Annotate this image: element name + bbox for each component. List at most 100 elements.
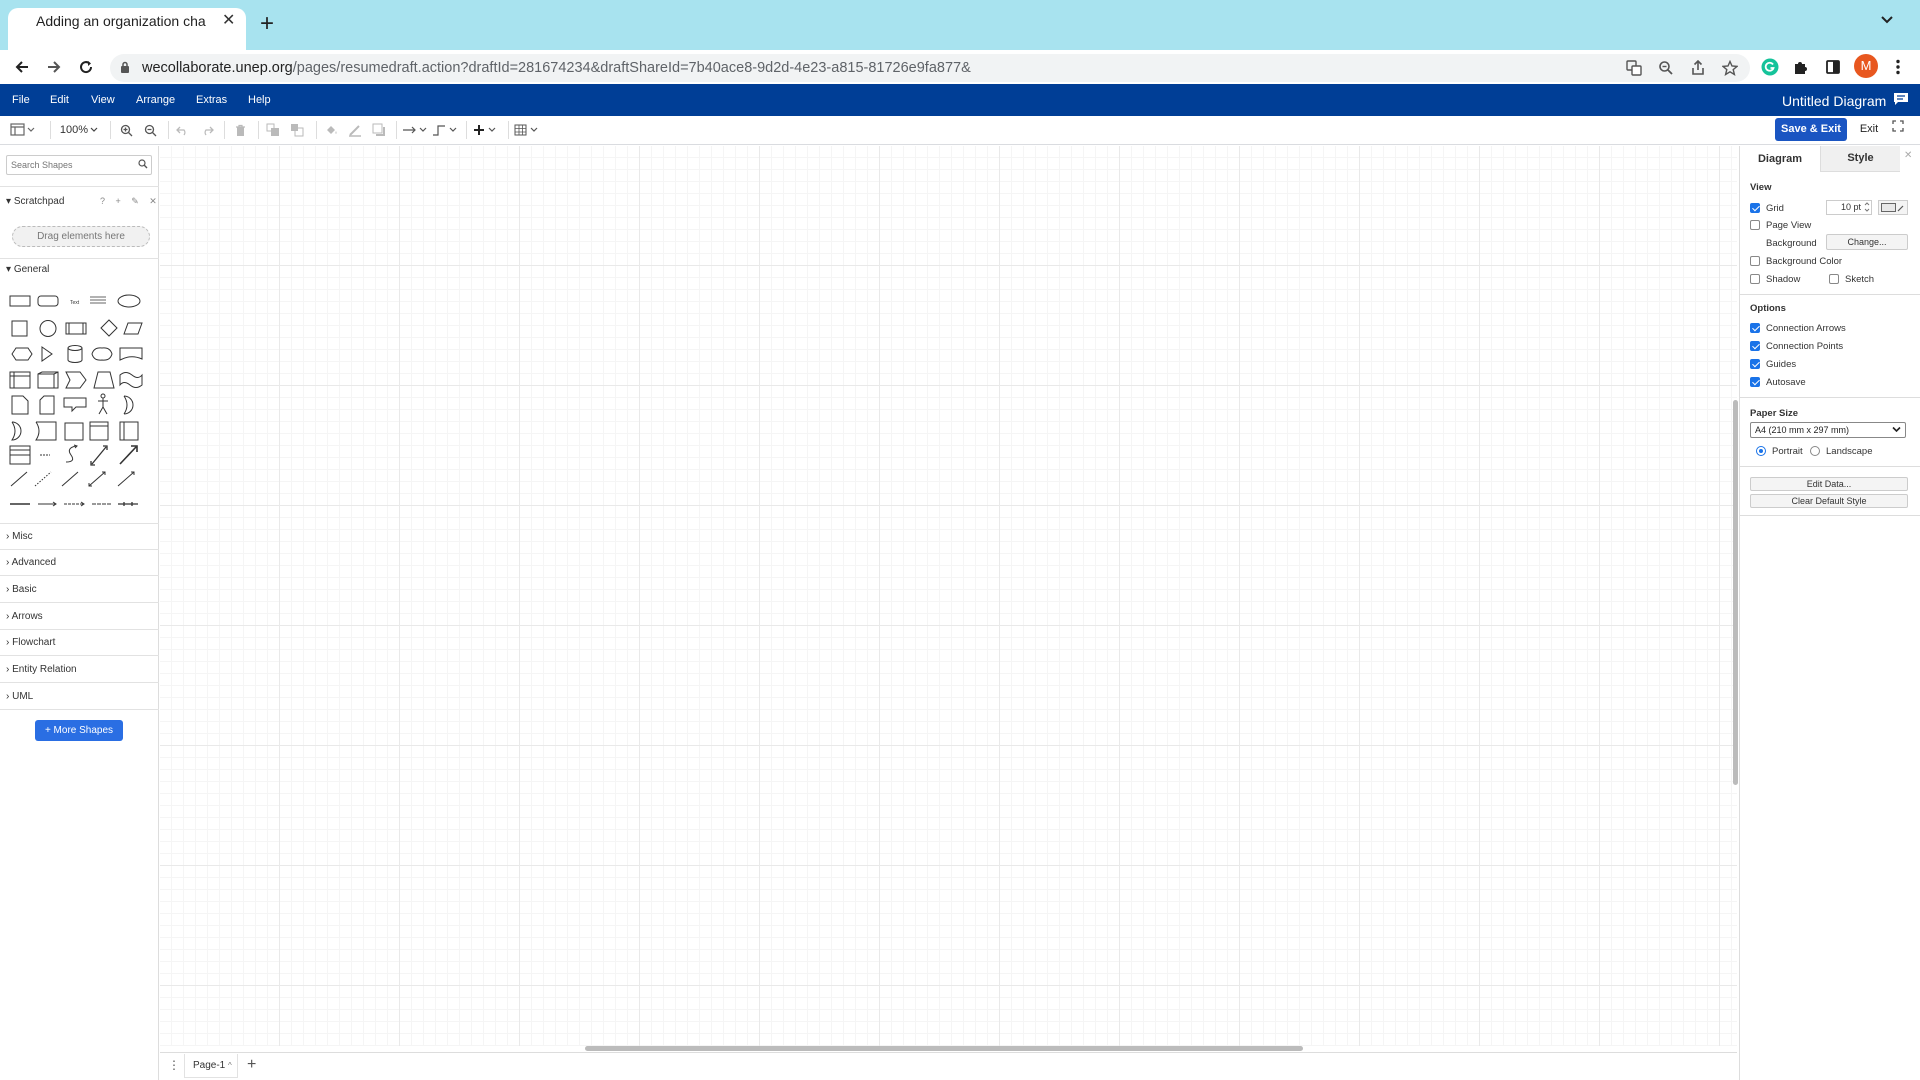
reload-icon[interactable] bbox=[72, 53, 100, 81]
extensions-puzzle-icon[interactable] bbox=[1786, 52, 1816, 82]
tab-search-chevron-icon[interactable] bbox=[1880, 15, 1894, 25]
pages-menu-icon[interactable]: ⋮ bbox=[168, 1058, 180, 1072]
to-front-icon[interactable] bbox=[264, 119, 282, 141]
table-icon[interactable] bbox=[514, 119, 540, 141]
fullscreen-icon[interactable] bbox=[1892, 120, 1904, 132]
redo-icon[interactable] bbox=[199, 119, 215, 141]
diagram-canvas[interactable] bbox=[160, 146, 1737, 1046]
share-icon[interactable] bbox=[1684, 54, 1712, 82]
search-icon[interactable] bbox=[138, 159, 148, 169]
line-color-icon[interactable] bbox=[346, 119, 364, 141]
side-panel-icon[interactable] bbox=[1818, 52, 1848, 82]
shadow-icon[interactable] bbox=[370, 119, 388, 141]
sidebar-divider bbox=[0, 186, 159, 187]
more-shapes-button[interactable]: + More Shapes bbox=[35, 720, 123, 741]
category-misc[interactable]: › Misc bbox=[6, 531, 33, 542]
search-box[interactable] bbox=[6, 155, 152, 175]
connection-style-icon[interactable] bbox=[402, 119, 428, 141]
vertical-scrollbar[interactable] bbox=[1733, 400, 1738, 785]
clear-default-style-button[interactable]: Clear Default Style bbox=[1750, 494, 1908, 508]
profile-avatar[interactable]: M bbox=[1854, 54, 1878, 78]
menu-file[interactable]: File bbox=[12, 84, 30, 116]
fill-color-icon[interactable] bbox=[322, 119, 340, 141]
close-panel-icon[interactable]: ✕ bbox=[1904, 150, 1912, 161]
browser-menu-icon[interactable] bbox=[1883, 52, 1913, 82]
translate-icon[interactable] bbox=[1620, 54, 1648, 82]
category-basic[interactable]: › Basic bbox=[6, 584, 37, 595]
sidebar-divider bbox=[0, 629, 159, 630]
horizontal-scrollbar[interactable] bbox=[585, 1046, 1303, 1051]
landscape-radio[interactable]: Landscape bbox=[1810, 444, 1872, 458]
zoom-out-icon[interactable] bbox=[142, 119, 158, 141]
zoom-level: 100% bbox=[59, 124, 89, 136]
zoom-icon[interactable] bbox=[1652, 54, 1680, 82]
sidebar-divider bbox=[0, 655, 159, 656]
grid-color-picker[interactable] bbox=[1878, 200, 1908, 215]
add-page-icon[interactable]: + bbox=[247, 1056, 256, 1074]
browser-tab-strip bbox=[0, 0, 1920, 50]
sketch-checkbox[interactable]: Sketch bbox=[1829, 272, 1874, 286]
format-panel bbox=[1739, 146, 1920, 1080]
connection-points-checkbox[interactable]: Connection Points bbox=[1750, 339, 1843, 353]
category-entity-relation[interactable]: › Entity Relation bbox=[6, 664, 77, 675]
delete-icon[interactable] bbox=[232, 119, 248, 141]
category-arrows[interactable]: › Arrows bbox=[6, 611, 43, 622]
autosave-checkbox[interactable]: Autosave bbox=[1750, 375, 1806, 389]
back-icon[interactable] bbox=[8, 53, 36, 81]
url-text[interactable]: wecollaborate.unep.org/pages/resumedraft… bbox=[142, 55, 971, 81]
format-panel-toggle-icon[interactable] bbox=[8, 119, 38, 141]
menu-arrange[interactable]: Arrange bbox=[136, 84, 175, 116]
panel-divider bbox=[1740, 397, 1920, 398]
zoom-in-icon[interactable] bbox=[118, 119, 134, 141]
general-shapes-palette[interactable]: Text bbox=[6, 290, 154, 520]
portrait-radio[interactable]: Portrait bbox=[1756, 444, 1803, 458]
forward-icon[interactable] bbox=[40, 53, 68, 81]
zoom-dropdown[interactable]: 100% bbox=[58, 119, 100, 141]
grid-checkbox[interactable]: Grid bbox=[1750, 201, 1784, 215]
paper-size-select[interactable]: A4 (210 mm x 297 mm) bbox=[1750, 422, 1906, 438]
bookmark-star-icon[interactable] bbox=[1716, 54, 1744, 82]
shadow-checkbox[interactable]: Shadow bbox=[1750, 272, 1800, 286]
menu-edit[interactable]: Edit bbox=[50, 84, 69, 116]
scratchpad-tools[interactable]: ? + ✎ ✕ bbox=[100, 196, 161, 207]
change-background-button[interactable]: Change... bbox=[1826, 234, 1908, 250]
edit-data-button[interactable]: Edit Data... bbox=[1750, 477, 1908, 491]
guides-checkbox[interactable]: Guides bbox=[1750, 357, 1796, 371]
toolbar-separator bbox=[508, 121, 509, 139]
undo-icon[interactable] bbox=[174, 119, 190, 141]
general-header[interactable]: ▾ General bbox=[6, 264, 49, 275]
lock-icon[interactable] bbox=[120, 61, 130, 74]
tab-close-icon[interactable]: ✕ bbox=[222, 12, 235, 30]
background-color-checkbox[interactable]: Background Color bbox=[1750, 254, 1842, 268]
save-exit-button[interactable]: Save & Exit bbox=[1775, 118, 1847, 141]
comment-icon[interactable] bbox=[1893, 92, 1909, 106]
menu-extras[interactable]: Extras bbox=[196, 84, 227, 116]
scratchpad-drop-zone[interactable]: Drag elements here bbox=[12, 226, 150, 247]
waypoints-icon[interactable] bbox=[432, 119, 458, 141]
connection-arrows-checkbox[interactable]: Connection Arrows bbox=[1750, 321, 1846, 335]
category-flowchart[interactable]: › Flowchart bbox=[6, 637, 55, 648]
panel-divider bbox=[1740, 294, 1920, 295]
options-heading: Options bbox=[1750, 303, 1786, 314]
tab-diagram[interactable]: Diagram bbox=[1740, 146, 1820, 172]
background-label: Background bbox=[1766, 237, 1817, 249]
to-back-icon[interactable] bbox=[288, 119, 306, 141]
toolbar-separator bbox=[168, 121, 169, 139]
exit-button[interactable]: Exit bbox=[1852, 118, 1886, 141]
scratchpad-header[interactable]: ▾ Scratchpad bbox=[6, 196, 64, 207]
category-uml[interactable]: › UML bbox=[6, 691, 33, 702]
svg-text:Text: Text bbox=[70, 300, 80, 306]
menu-help[interactable]: Help bbox=[248, 84, 271, 116]
search-shapes-input[interactable] bbox=[11, 158, 131, 172]
grammarly-icon[interactable] bbox=[1755, 52, 1785, 82]
page-view-checkbox[interactable]: Page View bbox=[1750, 218, 1811, 232]
diagram-title[interactable]: Untitled Diagram bbox=[1782, 86, 1886, 116]
toolbar-separator bbox=[50, 121, 51, 139]
menu-view[interactable]: View bbox=[91, 84, 115, 116]
page-tab[interactable]: Page-1 ^ bbox=[184, 1054, 238, 1078]
category-advanced[interactable]: › Advanced bbox=[6, 557, 56, 568]
insert-plus-icon[interactable] bbox=[472, 119, 498, 141]
grid-size-stepper-icon[interactable] bbox=[1864, 201, 1870, 213]
new-tab-icon[interactable]: + bbox=[260, 12, 274, 36]
tab-style[interactable]: Style bbox=[1820, 146, 1900, 172]
